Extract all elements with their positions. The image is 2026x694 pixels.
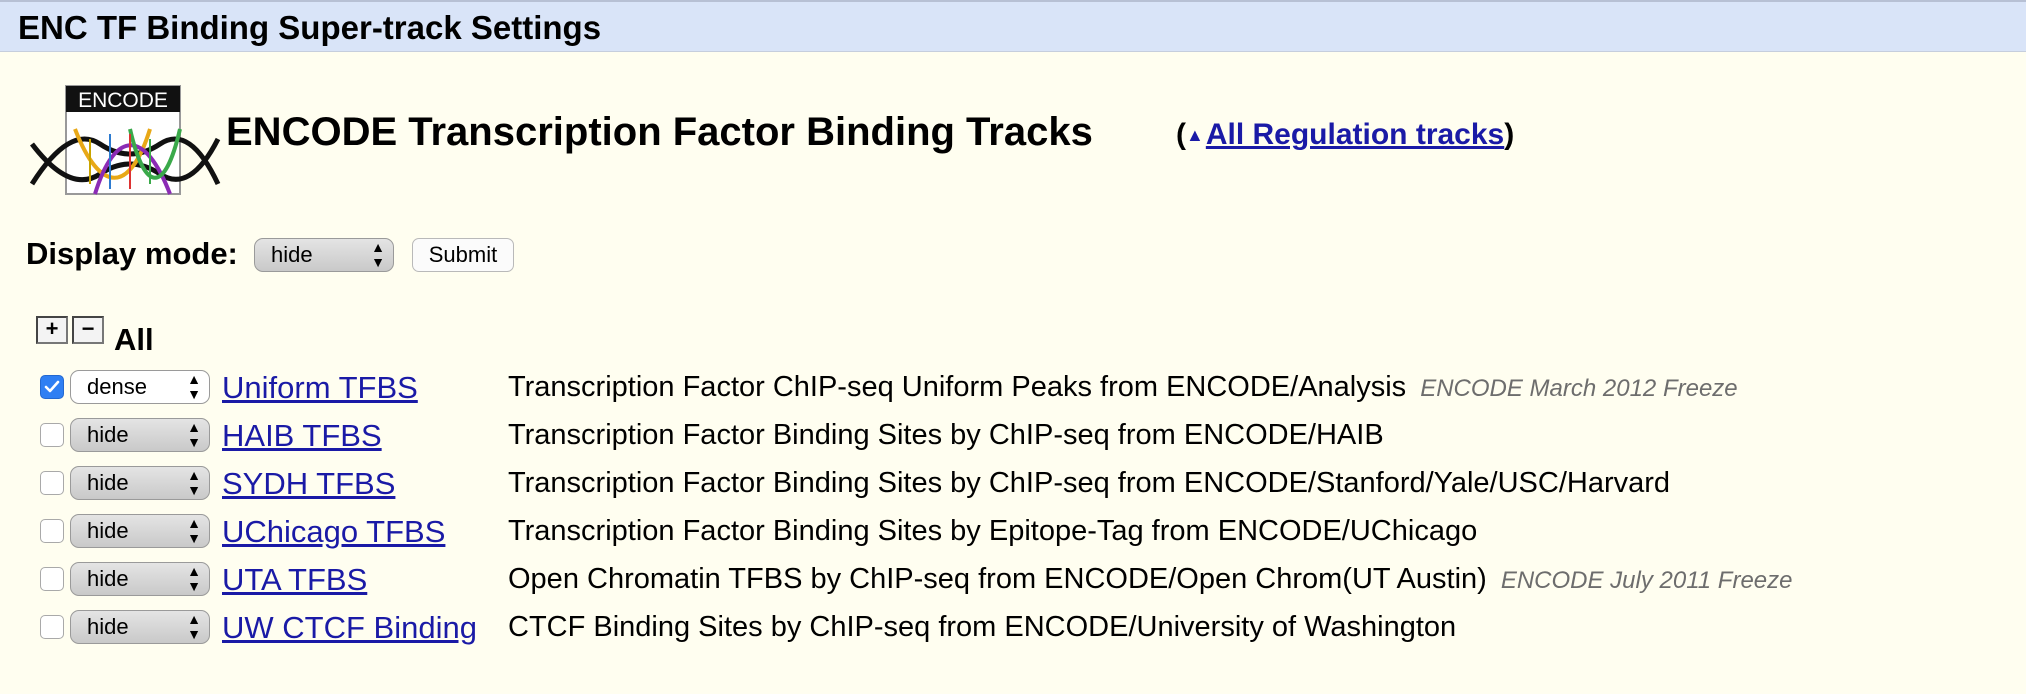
page-heading: ENCODE Transcription Factor Binding Trac… bbox=[226, 110, 1093, 154]
track-description: Transcription Factor Binding Sites by Ep… bbox=[508, 515, 1491, 548]
track-row: dense ▲ ▼ Uniform TFBS Transcription Fact… bbox=[0, 366, 2026, 410]
select-arrows-icon: ▲ ▼ bbox=[371, 239, 385, 270]
track-description-text: Transcription Factor ChIP-seq Uniform Pe… bbox=[508, 371, 1407, 403]
display-mode-select[interactable]: hide ▲ ▼ bbox=[254, 238, 394, 272]
track-description: Transcription Factor Binding Sites by Ch… bbox=[508, 419, 1398, 452]
track-name-link[interactable]: UW CTCF Binding bbox=[222, 610, 477, 646]
track-description-text: Open Chromatin TFBS by ChIP-seq from ENC… bbox=[508, 563, 1487, 595]
title-bar: ENC TF Binding Super-track Settings bbox=[0, 0, 2026, 52]
track-description-text: CTCF Binding Sites by ChIP-seq from ENCO… bbox=[508, 611, 1457, 643]
track-checkbox[interactable] bbox=[40, 567, 64, 591]
track-row: hide ▲ ▼ UChicago TFBS Transcription Fact… bbox=[0, 510, 2026, 554]
all-regulation-tracks-link-wrapper: (▲All Regulation tracks) bbox=[1176, 118, 1514, 152]
track-name-link[interactable]: SYDH TFBS bbox=[222, 466, 395, 502]
select-arrows-icon: ▲ ▼ bbox=[187, 467, 201, 498]
expand-all-button[interactable]: + bbox=[36, 316, 68, 344]
track-mode-value: hide bbox=[87, 470, 129, 495]
submit-button[interactable]: Submit bbox=[412, 238, 514, 272]
track-freeze-note: ENCODE March 2012 Freeze bbox=[1420, 375, 1738, 402]
collapse-all-button[interactable]: − bbox=[72, 316, 104, 344]
select-arrows-icon: ▲ ▼ bbox=[187, 515, 201, 546]
track-description: Transcription Factor Binding Sites by Ch… bbox=[508, 467, 1684, 500]
up-arrow-icon: ▲ bbox=[1186, 125, 1204, 145]
select-arrows-icon: ▲ ▼ bbox=[187, 611, 201, 642]
logo-text: ENCODE bbox=[78, 89, 168, 112]
paren-open: ( bbox=[1176, 118, 1186, 151]
track-mode-select[interactable]: hide ▲ ▼ bbox=[70, 466, 210, 500]
paren-close: ) bbox=[1504, 118, 1515, 151]
track-description: Open Chromatin TFBS by ChIP-seq from ENC… bbox=[508, 563, 1792, 596]
track-name-link[interactable]: HAIB TFBS bbox=[222, 418, 382, 454]
track-row: hide ▲ ▼ HAIB TFBS Transcription Factor B… bbox=[0, 414, 2026, 458]
select-arrows-icon: ▲ ▼ bbox=[187, 563, 201, 594]
select-arrows-icon: ▲ ▼ bbox=[187, 371, 201, 402]
track-checkbox[interactable] bbox=[40, 423, 64, 447]
track-mode-select[interactable]: hide ▲ ▼ bbox=[70, 514, 210, 548]
track-mode-value: dense bbox=[87, 374, 147, 399]
track-mode-value: hide bbox=[87, 566, 129, 591]
all-label: All bbox=[114, 322, 154, 357]
track-description-text: Transcription Factor Binding Sites by Ch… bbox=[508, 467, 1671, 499]
track-name-link[interactable]: UTA TFBS bbox=[222, 562, 367, 598]
track-mode-select[interactable]: hide ▲ ▼ bbox=[70, 610, 210, 644]
checkmark-icon bbox=[44, 380, 60, 393]
page-title: ENC TF Binding Super-track Settings bbox=[18, 9, 602, 46]
track-name-link[interactable]: Uniform TFBS bbox=[222, 370, 418, 406]
track-name-link[interactable]: UChicago TFBS bbox=[222, 514, 445, 550]
track-mode-select[interactable]: hide ▲ ▼ bbox=[70, 418, 210, 452]
all-regulation-tracks-link[interactable]: ▲All Regulation tracks bbox=[1186, 118, 1504, 151]
track-freeze-note: ENCODE July 2011 Freeze bbox=[1500, 567, 1793, 594]
track-mode-value: hide bbox=[87, 518, 129, 543]
track-checkbox[interactable] bbox=[40, 375, 64, 399]
track-checkbox[interactable] bbox=[40, 471, 64, 495]
track-row: hide ▲ ▼ UTA TFBS Open Chromatin TFBS by … bbox=[0, 558, 2026, 602]
select-arrows-icon: ▲ ▼ bbox=[187, 419, 201, 450]
track-checkbox[interactable] bbox=[40, 519, 64, 543]
track-description: CTCF Binding Sites by ChIP-seq from ENCO… bbox=[508, 611, 1470, 644]
track-description: Transcription Factor ChIP-seq Uniform Pe… bbox=[508, 371, 1738, 404]
track-description-text: Transcription Factor Binding Sites by Ch… bbox=[508, 419, 1384, 451]
track-description-text: Transcription Factor Binding Sites by Ep… bbox=[508, 515, 1478, 547]
track-mode-select[interactable]: dense ▲ ▼ bbox=[70, 370, 210, 404]
track-row: hide ▲ ▼ SYDH TFBS Transcription Factor B… bbox=[0, 462, 2026, 506]
track-mode-select[interactable]: hide ▲ ▼ bbox=[70, 562, 210, 596]
link-text: All Regulation tracks bbox=[1205, 118, 1505, 151]
display-mode-label: Display mode: bbox=[26, 236, 238, 271]
track-row: hide ▲ ▼ UW CTCF Binding CTCF Binding Sit… bbox=[0, 606, 2026, 650]
track-mode-value: hide bbox=[87, 422, 129, 447]
encode-logo[interactable]: ENCODE bbox=[29, 84, 222, 198]
display-mode-value: hide bbox=[271, 242, 313, 267]
track-mode-value: hide bbox=[87, 614, 129, 639]
track-checkbox[interactable] bbox=[40, 615, 64, 639]
